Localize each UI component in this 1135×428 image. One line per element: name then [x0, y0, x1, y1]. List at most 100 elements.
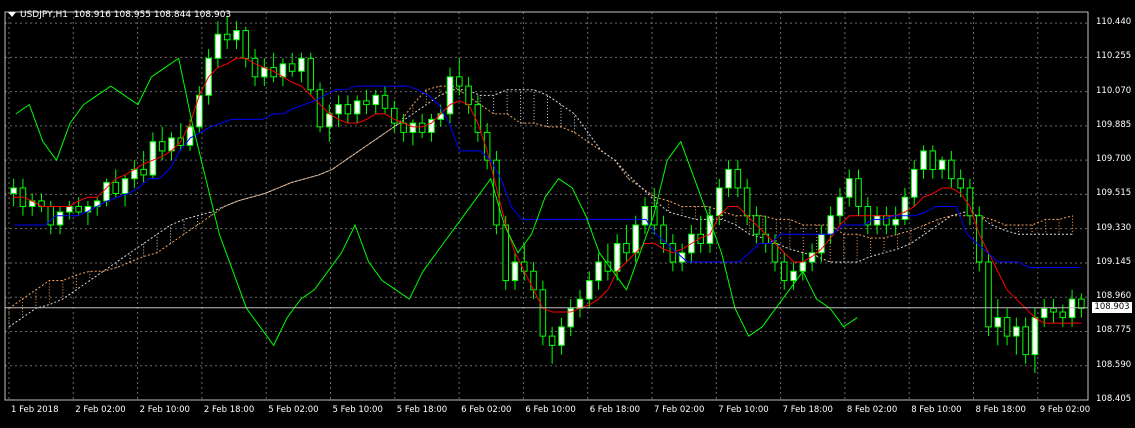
candle-body	[1059, 311, 1067, 319]
time-axis-label: 1 Feb 2018	[11, 405, 59, 415]
candle-body	[363, 100, 370, 106]
price-chart[interactable]	[0, 0, 1135, 428]
time-axis-label: 7 Feb 10:00	[718, 405, 769, 415]
candle-body	[1031, 317, 1039, 356]
candle-body	[632, 224, 639, 254]
time-axis-label: 5 Feb 18:00	[396, 405, 448, 415]
time-axis-label: 5 Feb 02:00	[268, 405, 319, 415]
candle-body	[56, 211, 64, 226]
symbol-header: USDJPY,H1 108.916 108.955 108.844 108.90…	[8, 10, 231, 20]
indicator-lines	[13, 57, 1082, 347]
candle-body	[511, 261, 519, 282]
candle-body	[595, 261, 602, 282]
candle-body	[1040, 307, 1048, 319]
candle-body	[985, 261, 992, 328]
time-axis-label: 6 Feb 02:00	[461, 405, 512, 415]
candle-body	[883, 215, 890, 226]
candle-body	[650, 205, 658, 226]
candle-body	[539, 289, 547, 337]
candle-body	[353, 100, 361, 115]
candle-body	[103, 181, 110, 202]
candle-body	[1013, 326, 1020, 337]
candle-body	[75, 205, 82, 213]
ohlc-values: 108.916 108.955 108.844 108.903	[73, 10, 232, 20]
candle-body	[558, 326, 565, 346]
candle-body	[149, 141, 157, 176]
collapse-triangle-icon[interactable]	[8, 12, 16, 17]
candle-body	[465, 85, 472, 106]
candle-body	[836, 196, 844, 217]
candle-body	[112, 181, 120, 194]
price-axis-label: 110.440	[1096, 17, 1132, 28]
candle-body	[316, 89, 324, 128]
candle-body	[242, 30, 250, 59]
chikou-span-line	[15, 57, 858, 347]
kijun-sen-line	[14, 85, 1081, 269]
price-axis-label: 109.330	[1096, 222, 1132, 233]
candle-body	[1022, 326, 1029, 356]
candle-body	[233, 30, 240, 41]
candle-body	[298, 57, 305, 72]
candle-body	[409, 122, 417, 133]
time-axis-label: 6 Feb 18:00	[589, 405, 641, 415]
candle-body	[66, 205, 73, 213]
candle-body	[780, 261, 788, 282]
candle-body	[335, 104, 342, 115]
candle-body	[158, 141, 166, 152]
grid	[5, 12, 1088, 401]
tenkan-sen-line	[13, 57, 1082, 324]
candle-body	[1078, 298, 1085, 309]
chart-window[interactable]: USDJPY,H1 108.916 108.955 108.844 108.90…	[0, 0, 1135, 428]
candle-body	[585, 280, 593, 300]
candle-body	[576, 298, 584, 309]
candle-body	[223, 33, 231, 41]
price-axis-label: 109.700	[1096, 154, 1132, 165]
candle-body	[121, 178, 129, 194]
candle-body	[372, 94, 380, 106]
candle-body	[725, 168, 732, 189]
candle-body	[1050, 307, 1057, 313]
candle-body	[391, 107, 398, 124]
time-axis-label: 7 Feb 02:00	[654, 405, 705, 415]
candle-body	[186, 126, 194, 146]
price-axis-label: 108.590	[1096, 359, 1132, 370]
candle-body	[734, 168, 742, 189]
candle-body	[446, 76, 454, 115]
price-axis-label: 110.070	[1096, 85, 1132, 96]
candle-body	[261, 67, 268, 78]
candle-body	[771, 243, 779, 263]
candle-body	[344, 104, 352, 115]
time-axis-label: 8 Feb 02:00	[846, 405, 898, 415]
candle-body	[623, 243, 630, 254]
candle-body	[279, 63, 287, 78]
time-axis-label: 2 Feb 10:00	[139, 405, 190, 415]
candle-body	[418, 122, 426, 133]
price-axis-label: 108.775	[1096, 325, 1132, 336]
candle-body	[938, 159, 946, 170]
time-axis-label: 5 Feb 10:00	[332, 405, 383, 415]
candle-body	[799, 261, 807, 272]
candle-body	[910, 168, 918, 198]
symbol-timeframe: USDJPY,H1	[20, 10, 68, 20]
price-axis-label: 108.405	[1096, 394, 1132, 404]
candle-body	[613, 243, 621, 272]
candle-body	[994, 317, 1002, 328]
candle-body	[288, 63, 296, 72]
time-axis-label: 9 Feb 02:00	[1039, 405, 1091, 415]
price-axis-label: 110.255	[1096, 51, 1132, 62]
price-axis-label: 109.515	[1096, 188, 1132, 199]
candle-body	[641, 205, 649, 226]
time-axis-label: 7 Feb 18:00	[782, 405, 833, 415]
time-axis-label: 8 Feb 18:00	[975, 405, 1026, 415]
candle-body	[140, 168, 147, 176]
candle-body	[743, 187, 751, 217]
candle-body	[437, 113, 445, 120]
candle-body	[715, 187, 723, 217]
candle-body	[307, 57, 315, 91]
candle-body	[1003, 317, 1011, 337]
candle-body	[855, 178, 862, 207]
price-axis-label: 108.960	[1096, 291, 1132, 302]
candle-body	[214, 33, 222, 59]
candle-body	[400, 122, 407, 133]
candle-body	[548, 335, 556, 346]
